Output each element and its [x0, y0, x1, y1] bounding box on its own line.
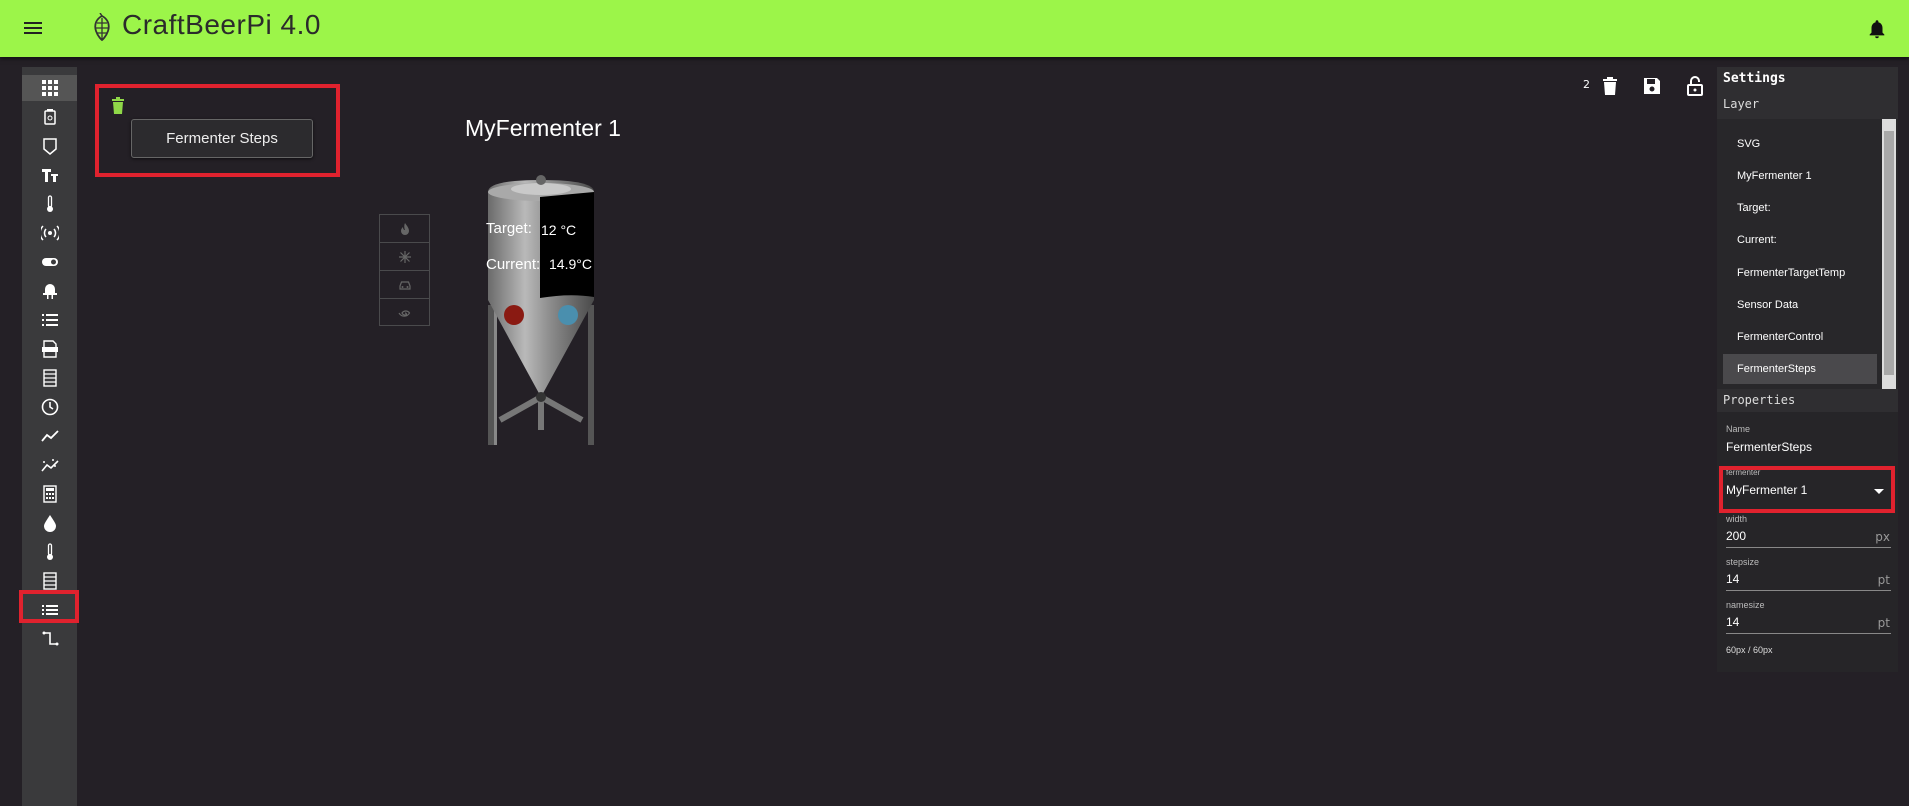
layer-item[interactable]: MyFermenter 1: [1723, 161, 1877, 191]
fermenter-name[interactable]: MyFermenter 1: [465, 115, 621, 142]
delete-icon[interactable]: [1601, 76, 1619, 96]
sensor-wave-icon[interactable]: [22, 220, 77, 246]
fermenter-control-panel: [379, 214, 430, 326]
text-icon[interactable]: [22, 162, 77, 188]
target-value: 12 °C: [541, 222, 577, 238]
layer-item[interactable]: FermenterControl: [1723, 322, 1877, 352]
thermometer-icon[interactable]: [22, 191, 77, 217]
layer-item[interactable]: Current:: [1723, 225, 1877, 255]
layer-scrollbar[interactable]: [1882, 119, 1896, 389]
layer-item-selected[interactable]: FermenterSteps: [1723, 354, 1877, 384]
stepsize-underline: [1726, 590, 1891, 591]
size-footer: 60px / 60px: [1726, 645, 1773, 655]
steps-widget-highlight: [95, 84, 340, 177]
app-title: CraftBeerPi 4.0: [122, 9, 321, 40]
unlock-icon[interactable]: [1686, 76, 1704, 96]
toggle-icon[interactable]: [22, 249, 77, 275]
namesize-underline: [1726, 633, 1891, 634]
fermenter-graphic[interactable]: [480, 175, 610, 450]
save-icon[interactable]: [1643, 76, 1661, 96]
table-icon[interactable]: [22, 365, 77, 391]
width-label: width: [1726, 514, 1748, 524]
menu-icon[interactable]: [22, 19, 44, 37]
layer-item[interactable]: Target:: [1723, 193, 1877, 223]
layer-item[interactable]: SVG: [1723, 129, 1877, 159]
stepsize-label: stepsize: [1726, 557, 1760, 567]
heater-flame-icon[interactable]: [380, 215, 429, 243]
layer-list: SVG MyFermenter 1 Target: Current: Ferme…: [1717, 119, 1898, 389]
name-label: Name: [1726, 424, 1751, 434]
app-bar: CraftBeerPi 4.0: [0, 0, 1909, 57]
widget-sidebar: [22, 67, 77, 806]
settings-title: Settings: [1723, 71, 1786, 86]
properties-form: Name FermenterSteps fermenter MyFermente…: [1717, 412, 1898, 672]
width-field[interactable]: 200: [1726, 529, 1746, 543]
path-icon[interactable]: [22, 626, 77, 652]
spiral-icon[interactable]: [380, 299, 429, 327]
target-label: Target:: [486, 220, 532, 237]
chart-scatter-icon[interactable]: [22, 452, 77, 478]
width-unit: px: [1875, 530, 1890, 544]
clock-icon[interactable]: [22, 394, 77, 420]
car-icon[interactable]: [380, 271, 429, 299]
stepsize-field[interactable]: 14: [1726, 572, 1739, 586]
tag-icon[interactable]: [22, 133, 77, 159]
settings-panel: Settings Layer SVG MyFermenter 1 Target:…: [1717, 67, 1898, 672]
scrollbar-thumb[interactable]: [1884, 131, 1894, 375]
drop-icon[interactable]: [22, 510, 77, 536]
calculator-icon[interactable]: [22, 481, 77, 507]
cooler-snowflake-icon[interactable]: [380, 243, 429, 271]
name-field[interactable]: FermenterSteps: [1726, 440, 1812, 454]
fermenter-select-highlight: [1719, 466, 1895, 513]
thermometer-icon[interactable]: [22, 539, 77, 565]
kettle-icon[interactable]: [22, 104, 77, 130]
selected-widget-highlight: [19, 590, 79, 623]
properties-title: Properties: [1723, 393, 1796, 407]
layer-item[interactable]: FermenterTargetTemp: [1723, 258, 1877, 288]
layer-item[interactable]: Sensor Data: [1723, 290, 1877, 320]
stepsize-unit: pt: [1877, 573, 1890, 587]
svg-file-icon[interactable]: [22, 336, 77, 362]
namesize-field[interactable]: 14: [1726, 615, 1739, 629]
current-value: 14.9°C: [549, 256, 592, 272]
chart-line-icon[interactable]: [22, 423, 77, 449]
width-underline: [1726, 547, 1891, 548]
bell-icon[interactable]: [1866, 17, 1888, 41]
hop-logo-icon: [94, 13, 110, 42]
list-icon[interactable]: [22, 307, 77, 333]
current-label: Current:: [486, 256, 541, 273]
grid-icon[interactable]: [22, 75, 77, 101]
widget-count: 2: [1583, 78, 1590, 91]
led-icon[interactable]: [22, 278, 77, 304]
namesize-label: namesize: [1726, 600, 1765, 610]
namesize-unit: pt: [1877, 616, 1890, 630]
layer-title: Layer: [1723, 97, 1760, 111]
